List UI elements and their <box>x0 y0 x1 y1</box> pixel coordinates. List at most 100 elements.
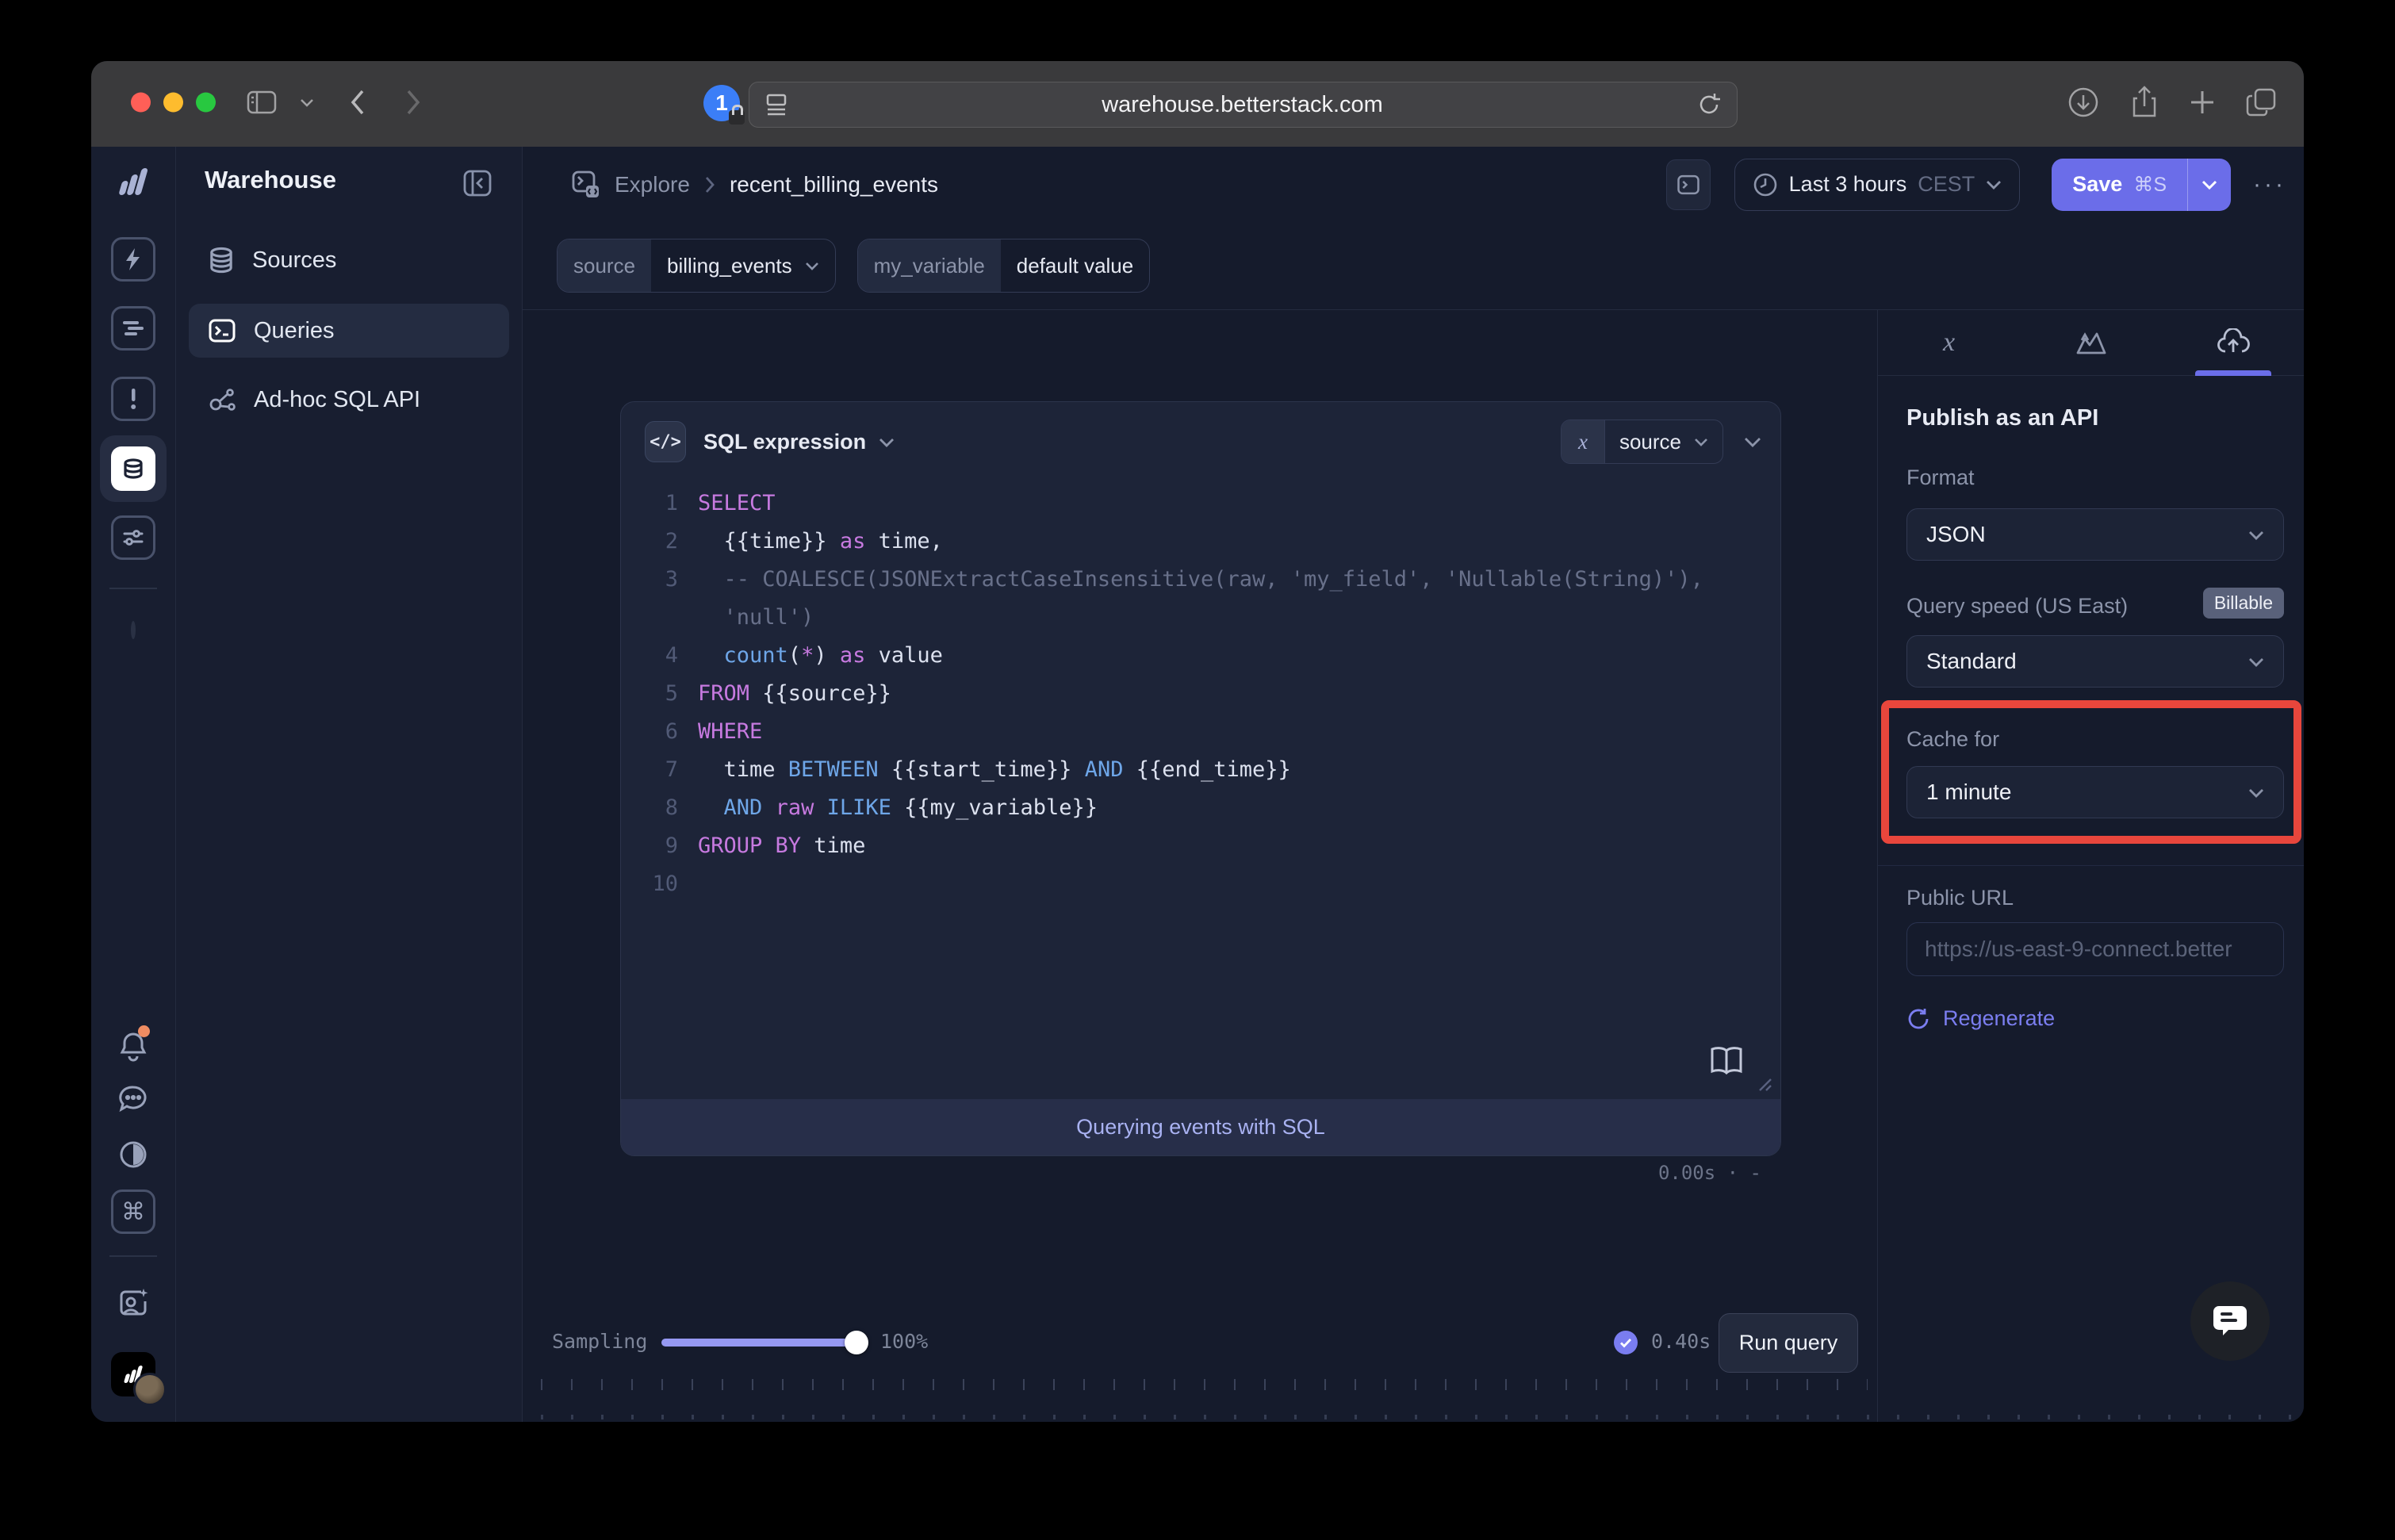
tab-visualization[interactable] <box>2020 310 2162 375</box>
my-variable-chip[interactable]: my_variable default value <box>857 239 1151 293</box>
tab-variables[interactable]: x <box>1878 310 2020 375</box>
database-icon <box>208 247 235 274</box>
new-tab-icon[interactable] <box>2189 89 2216 116</box>
time-range-picker[interactable]: Last 3 hours CEST <box>1734 159 2021 211</box>
code-line: 7 time BETWEEN {{start_time}} AND {{end_… <box>621 751 1780 789</box>
editor-mode-label: SQL expression <box>703 430 866 454</box>
zoom-button[interactable] <box>196 93 216 113</box>
regenerate-link[interactable]: Regenerate <box>1906 1006 2055 1031</box>
cache-for-select[interactable]: 1 minute <box>1906 766 2284 818</box>
code-line: 8 AND raw ILIKE {{my_variable}} <box>621 789 1780 827</box>
sidebar-item-sources[interactable]: Sources <box>189 233 509 287</box>
warehouse-icon-active[interactable] <box>100 435 167 502</box>
format-value: JSON <box>1926 522 1986 547</box>
close-button[interactable] <box>131 93 151 113</box>
chart-icon <box>2075 329 2107 356</box>
theme-contrast-icon[interactable] <box>118 1140 148 1170</box>
share-icon[interactable] <box>2131 86 2158 119</box>
source-variable-chip[interactable]: source billing_events <box>557 239 836 293</box>
code-mode-icon[interactable]: </> <box>645 421 686 462</box>
password-manager-icon[interactable]: 1 <box>703 85 740 121</box>
code-line: 9GROUP BY time <box>621 827 1780 865</box>
sidebar-item-adhoc-sql-api[interactable]: Ad-hoc SQL API <box>189 373 509 427</box>
save-label: Save <box>2072 172 2122 197</box>
uptime-icon[interactable] <box>111 237 155 282</box>
shortcuts-command-icon[interactable]: ⌘ <box>111 1189 155 1234</box>
downloads-icon[interactable] <box>2067 86 2099 118</box>
column-value: source <box>1619 430 1681 454</box>
warehouse-sidebar: Warehouse Sources Queries <box>176 147 523 1422</box>
sidebar-toggle-icon[interactable] <box>247 90 277 114</box>
chat-bubble-icon <box>2211 1303 2249 1339</box>
minimize-button[interactable] <box>163 93 183 113</box>
code-line: 2 {{time}} as time, <box>621 523 1780 561</box>
run-query-button[interactable]: Run query <box>1719 1313 1858 1373</box>
format-label: Format <box>1906 465 1975 490</box>
sampling-label: Sampling <box>552 1330 647 1353</box>
reload-icon[interactable] <box>1697 92 1721 117</box>
save-dropdown-button[interactable] <box>2188 159 2231 211</box>
public-url-input[interactable]: https://us-east-9-connect.better <box>1906 922 2284 976</box>
regenerate-label: Regenerate <box>1943 1006 2055 1031</box>
address-bar[interactable]: warehouse.betterstack.com <box>749 82 1738 128</box>
docs-book-icon[interactable] <box>1709 1046 1744 1076</box>
column-chip[interactable]: x source <box>1561 419 1723 464</box>
rail-divider-bottom <box>109 1255 157 1257</box>
workspace-switcher[interactable] <box>111 1352 155 1396</box>
sampling-value: 100% <box>880 1330 928 1353</box>
tab-publish-api[interactable] <box>2162 310 2304 375</box>
column-variable-x: x <box>1562 420 1605 463</box>
query-speed-value: Standard <box>1926 649 2017 674</box>
publish-panel: x Publish as an API <box>1877 310 2304 1422</box>
breadcrumb-section[interactable]: Explore <box>615 172 690 197</box>
cloud-upload-icon <box>2216 328 2251 357</box>
sampling-slider-thumb[interactable] <box>845 1331 868 1354</box>
chevron-down-icon <box>2248 530 2264 540</box>
tab-overview-icon[interactable] <box>2246 86 2278 118</box>
toggle-query-panel-button[interactable] <box>1666 159 1711 210</box>
editor-mode-dropdown-icon[interactable] <box>879 437 895 447</box>
collapse-editor-icon[interactable] <box>1744 436 1761 447</box>
settings-icon[interactable] <box>111 515 155 560</box>
app-root: ⌘ Warehouse <box>91 147 2304 1422</box>
notifications-bell-icon[interactable] <box>118 1030 148 1062</box>
query-speed-label: Query speed (US East) <box>1906 594 2128 619</box>
status-check-icon <box>1614 1331 1638 1354</box>
code-line: 4 count(*) as value <box>621 637 1780 675</box>
query-speed-select[interactable]: Standard <box>1906 635 2284 688</box>
collapse-sidebar-icon[interactable] <box>462 167 493 199</box>
editor-header: </> SQL expression x source <box>621 402 1780 481</box>
query-duration: 0.40s <box>1651 1330 1711 1353</box>
forward-icon[interactable] <box>405 89 421 116</box>
more-options-button[interactable]: ··· <box>2253 171 2286 198</box>
cache-for-label: Cache for <box>1906 727 1999 752</box>
incidents-icon[interactable] <box>111 377 155 421</box>
code-line: 5FROM {{source}} <box>621 675 1780 713</box>
active-tab-indicator <box>2195 370 2271 376</box>
betterstack-logo-icon[interactable] <box>115 168 151 195</box>
back-icon[interactable] <box>350 89 366 116</box>
chip-name: source <box>558 239 651 292</box>
invite-user-icon[interactable] <box>117 1287 149 1319</box>
user-avatar[interactable] <box>131 623 136 638</box>
chevron-down-icon <box>805 261 819 270</box>
content-area: Explore recent_billing_events Last 3 hou… <box>523 147 2304 1422</box>
sidebar-item-label: Sources <box>252 247 336 274</box>
public-url-label: Public URL <box>1906 886 2014 910</box>
save-button[interactable]: Save ⌘S <box>2052 159 2187 211</box>
notification-dot <box>138 1025 150 1037</box>
chevron-down-icon <box>1694 437 1708 446</box>
sql-editor-card: </> SQL expression x source <box>620 401 1781 1156</box>
telemetry-icon[interactable] <box>111 306 155 351</box>
refresh-icon <box>1906 1007 1930 1031</box>
chevron-down-icon[interactable] <box>300 98 314 107</box>
editor-resize-handle[interactable] <box>1755 1075 1772 1092</box>
sidebar-item-queries[interactable]: Queries <box>189 304 509 358</box>
format-select[interactable]: JSON <box>1906 508 2284 561</box>
feedback-chat-icon[interactable] <box>117 1085 149 1115</box>
support-chat-button[interactable] <box>2190 1281 2270 1361</box>
reader-icon[interactable] <box>765 92 787 117</box>
topbar: Explore recent_billing_events Last 3 hou… <box>523 147 2304 222</box>
sql-code-editor[interactable]: 1SELECT2 {{time}} as time,3 -- COALESCE(… <box>621 485 1780 1098</box>
sampling-slider[interactable] <box>661 1339 868 1347</box>
